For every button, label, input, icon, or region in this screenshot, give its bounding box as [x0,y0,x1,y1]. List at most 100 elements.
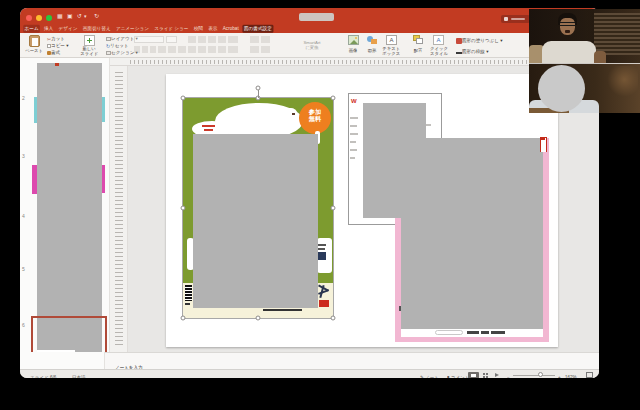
notes-toggle[interactable]: ✎ ノート [420,370,449,378]
zoom-percentage[interactable]: 162% [565,370,583,378]
undo-icon[interactable]: ↺ [77,12,82,20]
shapes-icon[interactable] [367,35,378,45]
thumbnail-fragment [102,97,105,122]
resize-handle[interactable] [181,316,186,321]
new-slide-icon[interactable] [84,35,95,46]
shape-fill-button[interactable]: 図形の塗りつぶし ▾ [456,36,524,46]
redacted-flyer-content [401,138,543,329]
share-button[interactable] [501,15,530,23]
resize-handle[interactable] [256,316,261,321]
zoom-slider-knob[interactable] [538,372,543,377]
flyer-red-box [319,300,329,307]
thumbnail-fragment [55,63,59,66]
slide-number: 2 [22,95,25,101]
minimize-window-button[interactable] [36,15,42,21]
tab-animations[interactable]: アニメーション [115,25,151,33]
person-face [560,18,575,35]
green-flyer-image[interactable]: 参加無料 [183,98,333,318]
flyer-white-box [317,238,332,273]
rotation-handle-stem [258,90,259,98]
quick-styles-icon[interactable]: A [433,35,444,45]
tab-design[interactable]: デザイン [57,25,79,33]
tab-acrobat[interactable]: Acrobat [221,26,240,32]
ribbon-toggle-icon[interactable]: ▦ [57,12,63,20]
horizontal-ruler [110,58,599,66]
slide-number: 6 [22,322,25,328]
lamp-glow [604,66,638,96]
panel-text-fragment [350,125,357,127]
window-blinds [594,13,640,55]
tab-insert[interactable]: 挿入 [43,25,55,33]
paste-icon[interactable] [29,35,40,47]
flyer-red-text-fragment [204,129,213,131]
flyer-dark-line [263,309,302,311]
format-painter-button[interactable]: 書式 [47,48,65,58]
zoom-slider[interactable] [513,375,555,377]
notes-pane[interactable]: ノートを入力 [105,352,599,369]
participant-video-1[interactable] [529,9,640,63]
flyer-text-fragment [185,303,190,305]
slide-sorter-view-button[interactable] [481,372,492,379]
ribbon-tab-bar: ホーム 挿入 デザイン 画面切り替え アニメーション スライド ショー 校閲 表… [20,24,599,33]
paste-button[interactable]: ペースト [20,48,48,56]
status-bar: スライド 6/6 日本語 ✎ ノート ▮ コメント − + 162% [20,369,599,378]
picture-icon[interactable] [348,35,359,45]
zoom-in-button[interactable]: + [558,370,562,378]
slide-number: 3 [22,153,25,159]
resize-handle[interactable] [331,316,336,321]
panel-text-fragment [350,157,355,159]
pink-flyer-corner-mark [540,137,547,152]
flyer-red-text-fragment [202,125,215,127]
redo-icon[interactable]: ↻ [94,12,99,20]
tab-transitions[interactable]: 画面切り替え [81,25,112,33]
shape-outline-button[interactable]: 図形の枠線 ▾ [456,47,503,57]
panel-text-fragment [350,133,358,135]
normal-view-button[interactable] [468,372,479,379]
tab-picture-format[interactable]: 図の書式設定 [243,25,273,33]
close-window-button[interactable] [26,15,32,21]
flyer-dark-speck [292,113,295,115]
language-indicator[interactable]: 日本語 [72,370,93,378]
resize-handle[interactable] [181,96,186,101]
textbox-icon[interactable]: A [386,35,397,45]
thumbnail-panel-bottom [20,352,105,369]
person-shirt [542,41,596,63]
panel-text-fragment [350,141,356,143]
zoom-out-button[interactable]: − [507,370,511,378]
video-call-overlay [529,9,640,113]
slide-page[interactable]: 参加無料 [166,74,558,347]
tab-review[interactable]: 校閲 [192,25,204,33]
tab-slideshow[interactable]: スライド ショー [153,25,190,33]
save-icon[interactable]: ▣ [67,12,73,20]
flyer-barcode [185,285,192,301]
panel-text-fragment [350,149,357,151]
pink-flyer-footer [401,329,543,337]
resize-handle[interactable] [331,96,336,101]
slide-counter: スライド 6/6 [30,370,70,378]
resize-handle[interactable] [181,206,186,211]
tab-view[interactable]: 表示 [207,25,219,33]
panel-text-fragment [426,124,431,126]
fit-slide-button[interactable] [586,372,593,378]
vertical-ruler [110,66,128,352]
redacted-flyer-content [193,134,318,308]
tab-home[interactable]: ホーム [23,25,40,33]
search-box[interactable] [299,13,334,21]
rotation-handle[interactable] [256,86,261,91]
participant-video-2[interactable] [529,63,640,113]
privacy-circle [538,65,585,112]
flyer-scribble [318,285,330,299]
slide-thumbnail-panel: 2 3 4 5 6 [20,58,110,352]
smartart-convert-button[interactable]: SmartArtに変換 [292,40,332,55]
person-arm [594,51,606,63]
slide-number: 4 [22,213,25,219]
free-participation-badge: 参加無料 [299,102,331,134]
zoom-window-button[interactable] [46,15,52,21]
title-bar: ▦ ▣ ↺ ▾ ↻ [20,8,599,24]
slideshow-view-button[interactable] [493,372,504,379]
thumbnail-fragment [102,165,105,193]
arrange-icon[interactable] [413,35,424,45]
panel-logo-text: W [351,98,357,104]
resize-handle[interactable] [331,206,336,211]
undo-caret-icon[interactable]: ▾ [84,12,87,20]
